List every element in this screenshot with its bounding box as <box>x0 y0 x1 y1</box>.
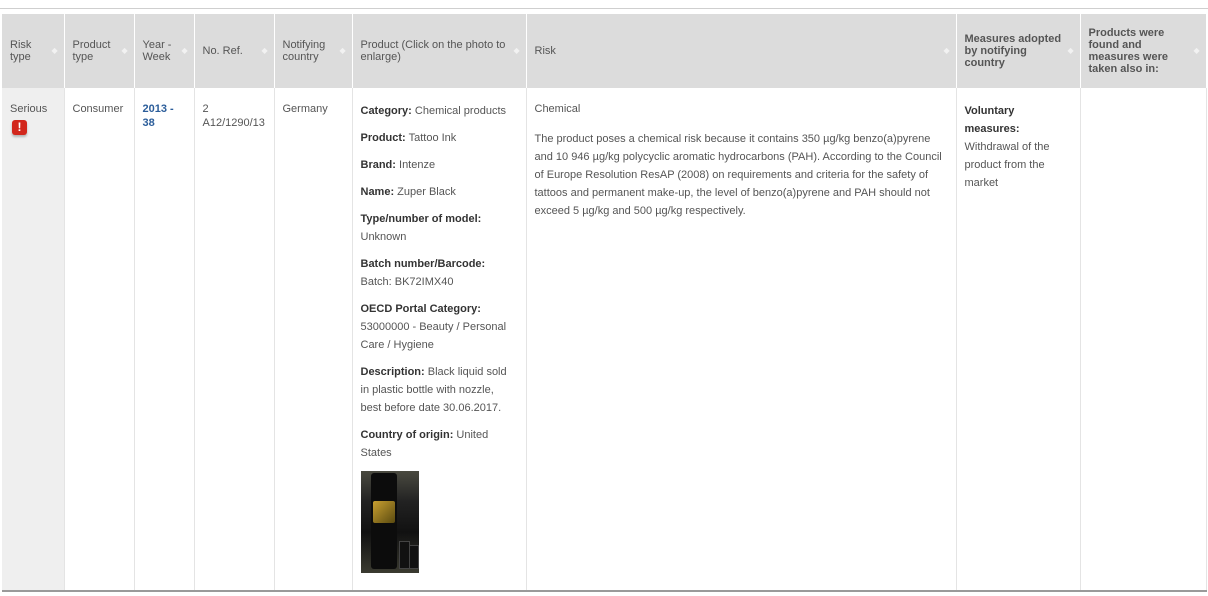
product-category: Category: Chemical products <box>360 105 507 117</box>
cell-risk: Chemical The product poses a chemical ri… <box>526 88 957 592</box>
column-header-risk-type[interactable]: Risk type ◆ <box>2 14 65 88</box>
small-bottle-shape <box>408 545 419 569</box>
product-batch: Batch number/Barcode: Batch: BK72IMX40 <box>360 258 486 288</box>
risk-category: Chemical <box>534 103 581 115</box>
product-brand: Brand: Intenze <box>360 159 436 171</box>
product-model: Type/number of model: Unknown <box>360 213 482 243</box>
table-header-row: Risk type ◆ Product type ◆ Year - Week ◆ No… <box>2 14 1207 88</box>
sort-icon: ◆ <box>513 46 520 55</box>
product-name-type: Product: Tattoo Ink <box>360 132 457 144</box>
column-header-measures[interactable]: Measures adopted by notifying country ◆ <box>956 14 1081 88</box>
product-oecd-category: OECD Portal Category: 53000000 - Beauty /… <box>360 303 507 351</box>
ref-code: A12/1290/13 <box>202 117 265 129</box>
cell-risk-type: Serious ! <box>2 88 65 592</box>
cell-notifying-country: Germany <box>274 88 353 592</box>
sort-icon: ◆ <box>181 46 188 55</box>
column-header-risk[interactable]: Risk ◆ <box>526 14 957 88</box>
ref-number: 2 <box>202 103 209 115</box>
cell-product: Category: Chemical products Product: Tat… <box>352 88 527 592</box>
column-header-year-week[interactable]: Year - Week ◆ <box>134 14 195 88</box>
top-divider <box>0 8 1208 9</box>
column-header-product-type[interactable]: Product type ◆ <box>64 14 135 88</box>
product-description: Description: Black liquid sold in plasti… <box>360 366 507 414</box>
risk-description: The product poses a chemical risk becaus… <box>534 133 942 217</box>
product-origin: Country of origin: United States <box>360 429 489 459</box>
bottle-label-shape <box>372 501 395 523</box>
risk-type-label: Serious <box>10 103 48 115</box>
column-header-notifying-country[interactable]: Notifying country ◆ <box>274 14 353 88</box>
product-photo[interactable] <box>360 471 419 573</box>
sort-icon: ◆ <box>943 46 950 55</box>
warning-icon: ! <box>12 120 27 135</box>
column-header-ref-no[interactable]: No. Ref. ◆ <box>194 14 275 88</box>
sort-icon: ◆ <box>261 46 268 55</box>
sort-icon: ◆ <box>1067 46 1074 55</box>
cell-also-in <box>1080 88 1207 592</box>
sort-icon: ◆ <box>339 46 346 55</box>
table-row: Serious ! Consumer 2013 - 38 2 A12/1290/… <box>2 88 1207 592</box>
column-header-also-in[interactable]: Products were found and measures were ta… <box>1080 14 1207 88</box>
sort-icon: ◆ <box>121 46 128 55</box>
column-header-product[interactable]: Product (Click on the photo to enlarge) ◆ <box>352 14 527 88</box>
results-table: Risk type ◆ Product type ◆ Year - Week ◆ No… <box>2 14 1207 592</box>
cell-ref-no: 2 A12/1290/13 <box>194 88 275 592</box>
cell-measures: Voluntary measures: Withdrawal of the pro… <box>956 88 1081 592</box>
product-type-label: Consumer <box>72 103 124 115</box>
notifying-country-label: Germany <box>282 103 328 115</box>
measures-text: Voluntary measures: Withdrawal of the pro… <box>964 105 1050 189</box>
cell-year-week: 2013 - 38 <box>134 88 195 592</box>
cell-product-type: Consumer <box>64 88 135 592</box>
product-name: Name: Zuper Black <box>360 186 456 198</box>
sort-icon: ◆ <box>1193 46 1200 55</box>
year-week-link[interactable]: 2013 - 38 <box>143 103 174 129</box>
sort-icon: ◆ <box>51 46 58 55</box>
